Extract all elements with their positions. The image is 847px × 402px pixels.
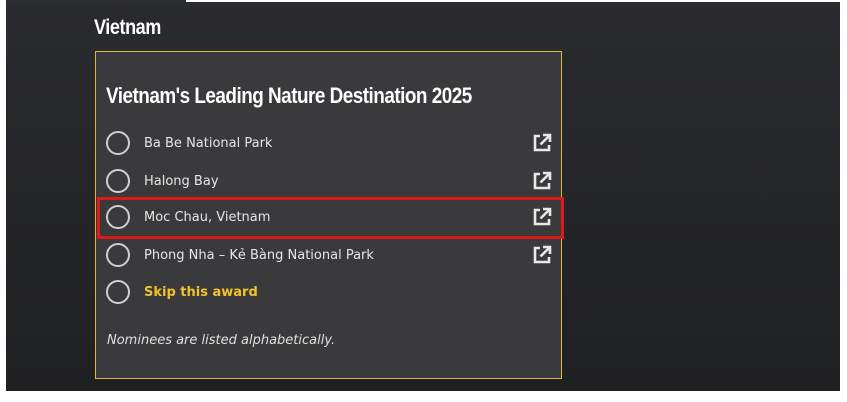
radio-button[interactable] — [106, 205, 130, 229]
nominee-label: Phong Nha – Kẻ Bàng National Park — [144, 247, 374, 263]
radio-button[interactable] — [106, 280, 130, 304]
radio-button[interactable] — [106, 243, 130, 267]
top-strip — [6, 0, 186, 6]
skip-award-label: Skip this award — [144, 284, 258, 300]
nominees-note: Nominees are listed alphabetically. — [107, 333, 336, 348]
external-link-icon[interactable] — [531, 170, 553, 192]
page: Vietnam Vietnam's Leading Nature Destina… — [0, 0, 847, 402]
award-card: Vietnam's Leading Nature Destination 202… — [95, 51, 562, 379]
section-title: Vietnam — [94, 16, 161, 39]
nominee-label: Halong Bay — [144, 173, 219, 189]
nominee-option[interactable]: Halong Bay — [106, 166, 553, 196]
radio-button[interactable] — [106, 169, 130, 193]
skip-award-option[interactable]: Skip this award — [106, 277, 553, 307]
nominee-option[interactable]: Ba Be National Park — [106, 128, 553, 158]
nominee-option[interactable]: Moc Chau, Vietnam — [106, 202, 553, 232]
external-link-icon[interactable] — [531, 244, 553, 266]
nominee-label: Moc Chau, Vietnam — [144, 209, 271, 225]
nominee-label: Ba Be National Park — [144, 135, 273, 151]
external-link-icon[interactable] — [531, 206, 553, 228]
award-title: Vietnam's Leading Nature Destination 202… — [106, 83, 472, 108]
nominee-option[interactable]: Phong Nha – Kẻ Bàng National Park — [106, 240, 553, 270]
external-link-icon[interactable] — [531, 132, 553, 154]
top-divider — [186, 0, 840, 2]
radio-button[interactable] — [106, 131, 130, 155]
